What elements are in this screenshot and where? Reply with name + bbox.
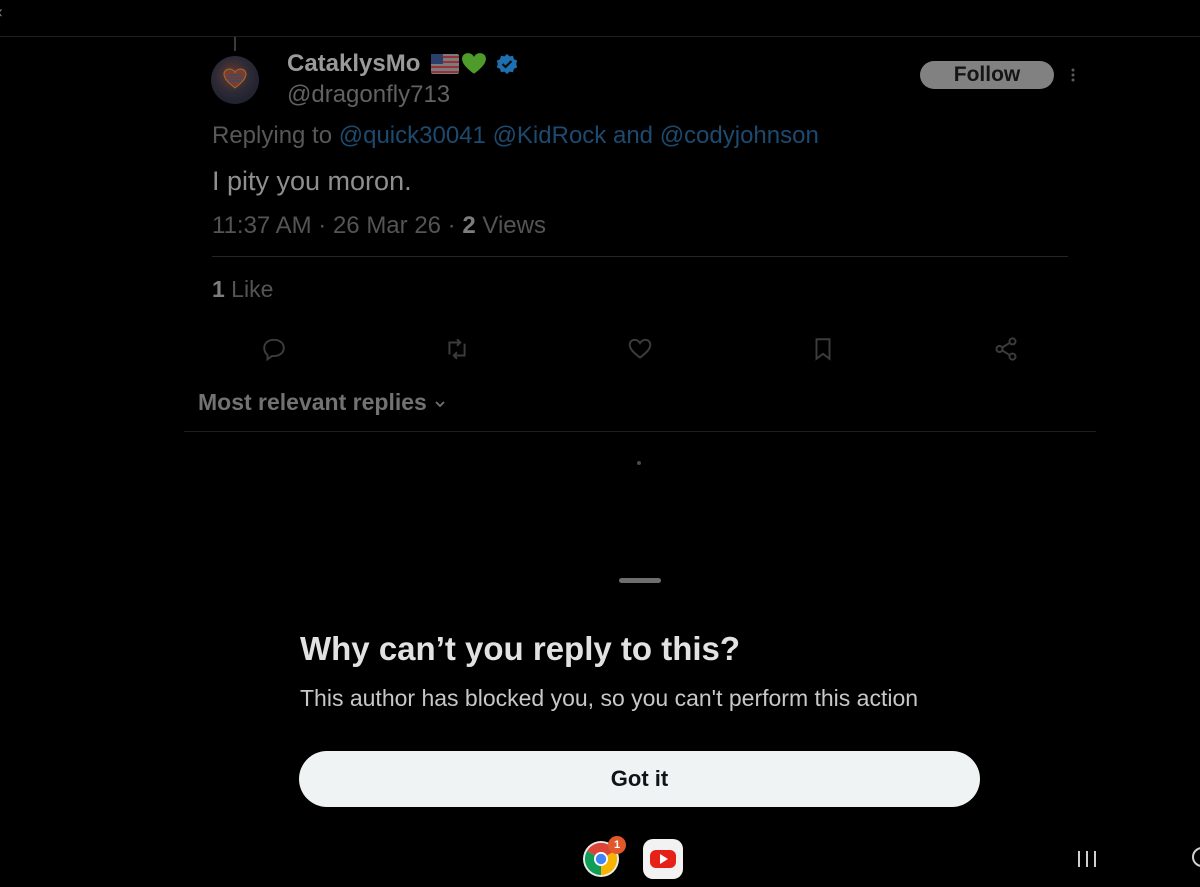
top-bar: ‹ [0, 0, 1200, 37]
likes-label: Like [224, 276, 274, 302]
tweet-text: I pity you moron. [212, 166, 412, 196]
divider [212, 256, 1068, 257]
likes-count: 1 [212, 276, 225, 302]
recents-icon[interactable] [1076, 850, 1098, 868]
tweet-detail [0, 37, 1200, 557]
replies-sort-label: Most relevant replies [198, 389, 427, 415]
avatar[interactable] [211, 56, 259, 104]
chevron-down-icon [435, 401, 445, 408]
green-heart-icon [462, 53, 486, 74]
like-icon[interactable] [627, 336, 653, 362]
mention-link[interactable]: @KidRock [493, 122, 607, 149]
follow-button[interactable]: Follow [920, 61, 1054, 89]
tweet-meta: 11:37 AM · 26 Mar 26 · 2 Views [212, 212, 546, 240]
replying-to: Replying to @quick30041 @KidRock and @co… [212, 122, 819, 150]
sheet-grabber[interactable] [619, 578, 661, 583]
views-label: Views [475, 212, 546, 239]
replying-prefix: Replying to [212, 122, 339, 149]
thread-line [234, 37, 236, 51]
youtube-logo [650, 850, 676, 868]
sheet-body: This author has blocked you, so you can'… [300, 685, 919, 711]
replies-sort-dropdown[interactable]: Most relevant replies [198, 389, 447, 416]
share-icon[interactable] [993, 336, 1019, 362]
youtube-icon[interactable] [643, 839, 683, 879]
mention-link[interactable]: @codyjohnson [660, 122, 819, 149]
verified-icon [496, 54, 518, 74]
back-icon[interactable]: ‹ [0, 2, 3, 23]
home-icon[interactable] [1190, 846, 1200, 868]
views-count: 2 [462, 212, 476, 239]
author-display-name[interactable]: CataklysMo [287, 50, 420, 78]
retweet-icon[interactable] [444, 336, 470, 362]
mention-link[interactable]: @quick30041 [339, 122, 486, 149]
flag-icon [431, 54, 459, 74]
got-it-button[interactable]: Got it [299, 751, 980, 807]
divider [184, 431, 1096, 432]
sheet-title: Why can’t you reply to this? [300, 630, 741, 667]
author-handle[interactable]: @dragonfly713 [287, 81, 450, 109]
bookmark-icon[interactable] [810, 336, 836, 362]
avatar-heart-icon [223, 68, 247, 89]
loading-indicator [637, 461, 641, 465]
likes-stat[interactable]: 1 Like [212, 276, 273, 303]
reply-icon[interactable] [261, 336, 287, 362]
and-text: and [606, 122, 660, 149]
more-icon[interactable] [1068, 66, 1078, 86]
notification-badge: 1 [608, 836, 626, 854]
timestamp[interactable]: 11:37 AM · 26 Mar 26 · [212, 212, 462, 239]
